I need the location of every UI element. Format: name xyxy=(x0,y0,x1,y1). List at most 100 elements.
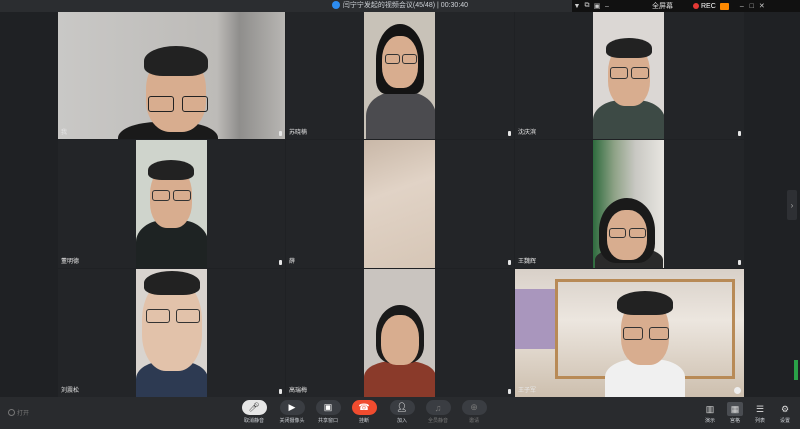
glasses xyxy=(146,309,170,323)
hangup-icon: ☎ xyxy=(351,400,377,415)
participant-name: 王魏辉 xyxy=(518,259,537,265)
left-status[interactable]: 打开 xyxy=(8,408,29,417)
participant-tile[interactable]: 我 xyxy=(58,12,285,139)
meeting-title: 闫宁宁发起的视频会议(45/48) | 00:30:40 xyxy=(342,2,469,9)
dropdown-icon[interactable]: ▼ xyxy=(572,0,582,12)
restore-icon[interactable]: ▣ xyxy=(592,0,602,12)
glasses xyxy=(610,67,628,79)
participant-name: 薛 xyxy=(289,259,296,265)
person-body xyxy=(366,92,435,139)
control-bar: 打开 🎤︎ 取消静音 ▶ 关闭摄像头 ▣ 共享窗口 ☎ 挂断 👤︎ 加入 ♫ 全… xyxy=(0,397,800,429)
list-view-label: 列表 xyxy=(754,418,765,424)
grid-view-button[interactable]: ▦ 宫格 xyxy=(725,402,745,424)
glasses xyxy=(609,228,626,238)
presentation-view-icon: ▥ xyxy=(705,403,715,414)
participant-video xyxy=(364,269,435,397)
join-button[interactable]: 👤︎ 加入 xyxy=(387,400,417,424)
invite-button[interactable]: ⊕ 邀请 xyxy=(459,400,489,424)
min-window-icon[interactable]: – xyxy=(737,0,747,12)
participant-name: 高瑞梅 xyxy=(289,388,308,394)
pin-icon[interactable]: ⧉ xyxy=(582,0,592,12)
participant-name: 苏晓楠 xyxy=(289,130,308,136)
glasses xyxy=(402,54,417,64)
glasses xyxy=(631,67,649,79)
grid-view-label: 宫格 xyxy=(729,418,740,424)
glasses xyxy=(649,327,669,340)
max-window-icon[interactable]: □ xyxy=(747,0,757,12)
person-hair xyxy=(144,46,208,76)
participant-video xyxy=(136,269,207,397)
curtain xyxy=(515,289,555,349)
participant-name: 王子军 xyxy=(518,388,537,394)
share-window-button[interactable]: ▣ 共享窗口 xyxy=(313,400,343,424)
record-indicator[interactable]: REC xyxy=(693,3,716,10)
person-body xyxy=(364,361,435,397)
invite-label: 邀请 xyxy=(468,418,479,424)
info-icon xyxy=(8,409,15,416)
status-icon xyxy=(734,387,741,394)
participant-video xyxy=(515,269,744,397)
participant-name: 我 xyxy=(61,130,68,136)
glasses xyxy=(623,327,643,340)
window-controls: ▼ ⧉ ▣ – 全屏幕 REC – □ ✕ xyxy=(572,0,800,12)
participant-tile[interactable]: 高瑞梅 xyxy=(286,269,514,397)
add-person-icon: 👤︎ xyxy=(389,400,415,415)
unmute-button[interactable]: 🎤︎ 取消静音 xyxy=(239,400,269,424)
video-grid: 我 苏晓楠 沈庆滨 董明德 薛 王魏辉 刘震松 高瑞梅 王子军 xyxy=(58,12,744,397)
grid-view-icon: ▦ xyxy=(727,402,743,416)
record-dot-icon xyxy=(693,3,699,9)
fullscreen-label[interactable]: 全屏幕 xyxy=(652,1,673,11)
settings-label: 设置 xyxy=(779,418,790,424)
title-bar: 闫宁宁发起的视频会议(45/48) | 00:30:40 ▼ ⧉ ▣ – 全屏幕… xyxy=(0,0,800,12)
participant-name: 刘震松 xyxy=(61,388,80,394)
mic-icon xyxy=(279,260,282,265)
participant-video xyxy=(58,12,285,139)
participant-video xyxy=(364,12,435,139)
minimize-icon[interactable]: – xyxy=(602,0,612,12)
gear-icon: ⚙ xyxy=(780,403,790,414)
glasses xyxy=(176,309,200,323)
left-status-label: 打开 xyxy=(17,411,30,417)
camera-icon: ▶ xyxy=(279,400,305,415)
mic-icon xyxy=(279,389,282,394)
glasses xyxy=(182,96,208,112)
hangup-label: 挂断 xyxy=(358,418,369,424)
mic-icon xyxy=(508,131,511,136)
mic-icon xyxy=(279,131,282,136)
app-logo-icon xyxy=(331,1,340,10)
participant-video xyxy=(593,140,664,268)
glasses xyxy=(629,228,646,238)
participant-tile[interactable]: 沈庆滨 xyxy=(515,12,744,139)
person-hair xyxy=(606,38,652,58)
list-view-button[interactable]: ☰ 列表 xyxy=(750,402,770,425)
mute-all-button[interactable]: ♫ 全员静音 xyxy=(423,400,453,424)
hangup-button[interactable]: ☎ 挂断 xyxy=(349,400,379,424)
record-label: REC xyxy=(701,2,716,10)
person-hair xyxy=(617,291,673,315)
mic-icon xyxy=(738,260,741,265)
person-face xyxy=(381,315,419,365)
glasses xyxy=(173,190,191,201)
screenshot-icon[interactable] xyxy=(719,2,729,10)
unmute-label: 取消静音 xyxy=(243,418,264,424)
close-icon[interactable]: ✕ xyxy=(757,0,767,12)
participant-tile[interactable]: 苏晓楠 xyxy=(286,12,514,139)
signal-strength-icon xyxy=(794,360,798,380)
participant-name: 董明德 xyxy=(61,259,80,265)
mic-icon xyxy=(508,389,511,394)
next-page-arrow-icon[interactable]: › xyxy=(787,190,797,220)
participant-tile[interactable]: 董明德 xyxy=(58,140,285,268)
participant-tile[interactable]: 王魏辉 xyxy=(515,140,744,268)
participant-tile[interactable]: 刘震松 xyxy=(58,269,285,397)
participant-tile[interactable]: 薛 xyxy=(286,140,514,268)
mic-icon: 🎤︎ xyxy=(241,400,267,415)
glasses xyxy=(385,54,400,64)
camera-off-button[interactable]: ▶ 关闭摄像头 xyxy=(277,400,307,424)
presentation-view-button[interactable]: ▥ 演示 xyxy=(700,402,720,425)
share-screen-icon: ▣ xyxy=(315,400,341,415)
glasses xyxy=(148,96,174,112)
glasses xyxy=(152,190,170,201)
settings-button[interactable]: ⚙ 设置 xyxy=(775,402,795,425)
share-window-label: 共享窗口 xyxy=(317,418,338,424)
participant-tile[interactable]: 王子军 xyxy=(515,269,744,397)
